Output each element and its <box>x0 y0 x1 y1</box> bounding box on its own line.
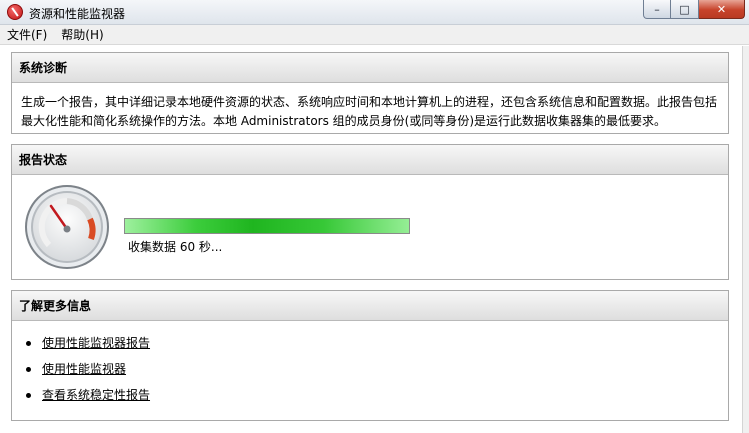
learn-more-panel: 了解更多信息 使用性能监视器报告 使用性能监视器 查看系统稳定性报告 <box>11 290 729 421</box>
learn-more-header: 了解更多信息 <box>12 291 728 321</box>
progress-status-text: 收集数据 60 秒... <box>128 240 223 254</box>
diagnostics-header: 系统诊断 <box>12 53 728 83</box>
window-right-edge <box>742 46 749 433</box>
link-performance-monitor[interactable]: 使用性能监视器 <box>42 362 126 376</box>
learn-more-links: 使用性能监视器报告 使用性能监视器 查看系统稳定性报告 <box>12 330 728 408</box>
app-icon <box>7 4 23 20</box>
report-status-panel: 报告状态 收集数据 60 秒... <box>11 144 729 280</box>
title-bar: 资源和性能监视器 – □ ✕ <box>0 0 749 25</box>
window-controls: – □ ✕ <box>643 0 745 19</box>
link-stability-report[interactable]: 查看系统稳定性报告 <box>42 388 150 402</box>
report-status-header: 报告状态 <box>12 145 728 175</box>
menu-help[interactable]: 帮助(H) <box>54 26 110 43</box>
minimize-icon: – <box>654 2 660 16</box>
diagnostics-description: 生成一个报告，其中详细记录本地硬件资源的状态、系统响应时间和本地计算机上的进程，… <box>21 95 718 128</box>
list-item: 使用性能监视器 <box>26 356 728 382</box>
link-performance-monitor-report[interactable]: 使用性能监视器报告 <box>42 336 150 350</box>
progress-fill <box>125 219 409 233</box>
menu-file[interactable]: 文件(F) <box>0 26 54 43</box>
performance-gauge-icon <box>25 185 109 269</box>
gauge-graphic <box>38 198 96 248</box>
minimize-button[interactable]: – <box>643 0 671 19</box>
main-content: 系统诊断 生成一个报告，其中详细记录本地硬件资源的状态、系统响应时间和本地计算机… <box>0 46 749 433</box>
list-item: 查看系统稳定性报告 <box>26 382 728 408</box>
progress-bar <box>124 218 410 234</box>
maximize-button[interactable]: □ <box>671 0 699 19</box>
close-icon: ✕ <box>716 2 727 16</box>
list-item: 使用性能监视器报告 <box>26 330 728 356</box>
close-button[interactable]: ✕ <box>699 0 745 19</box>
diagnostics-panel: 系统诊断 生成一个报告，其中详细记录本地硬件资源的状态、系统响应时间和本地计算机… <box>11 52 729 134</box>
window-title: 资源和性能监视器 <box>29 7 126 21</box>
maximize-icon: □ <box>679 2 690 16</box>
menu-bar: 文件(F) 帮助(H) <box>0 25 749 45</box>
